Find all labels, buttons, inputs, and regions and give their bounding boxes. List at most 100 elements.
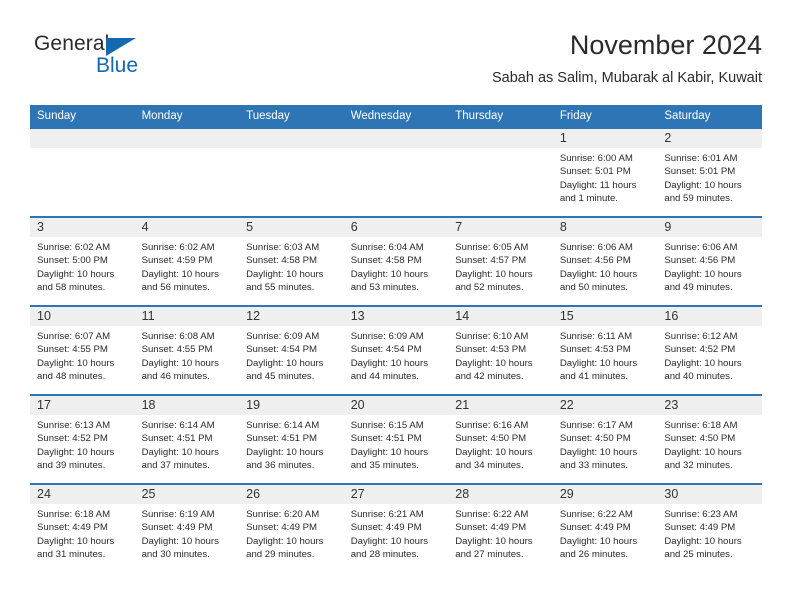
sunrise-text: Sunrise: 6:22 AM xyxy=(455,509,529,520)
sunset-text: Sunset: 4:55 PM xyxy=(141,344,213,356)
sunset-text: Sunset: 4:54 PM xyxy=(246,344,318,356)
calendar-day-cell[interactable]: 30 Sunrise: 6:23 AM Sunset: 4:49 PM Dayligh… xyxy=(657,483,762,572)
calendar-day-cell[interactable]: 19 Sunrise: 6:14 AM Sunset: 4:51 PM Dayligh… xyxy=(239,394,344,484)
day-sun-info: Sunrise: 6:01 AM Sunset: 5:01 PM Daylight:… xyxy=(657,148,762,206)
calendar-day-cell[interactable]: 4 Sunrise: 6:02 AM Sunset: 4:59 PM Daylight… xyxy=(134,216,240,306)
day-sun-info: Sunrise: 6:14 AM Sunset: 4:51 PM Daylight:… xyxy=(239,415,344,473)
day-number xyxy=(134,129,240,148)
day-sun-info: Sunrise: 6:00 AM Sunset: 5:01 PM Daylight:… xyxy=(553,148,658,206)
day-sun-info: Sunrise: 6:21 AM Sunset: 4:49 PM Daylight:… xyxy=(344,504,449,562)
sunrise-text: Sunrise: 6:03 AM xyxy=(246,242,320,253)
calendar-day-cell[interactable]: 29 Sunrise: 6:22 AM Sunset: 4:49 PM Dayligh… xyxy=(552,483,658,572)
calendar-day-cell[interactable]: 7 Sunrise: 6:05 AM Sunset: 4:57 PM Daylight… xyxy=(448,216,553,306)
day-cell-body: 11 Sunrise: 6:08 AM Sunset: 4:55 PM Dayligh… xyxy=(134,307,240,394)
day-number: 6 xyxy=(343,218,449,237)
calendar-day-cell[interactable]: 11 Sunrise: 6:08 AM Sunset: 4:55 PM Dayligh… xyxy=(134,305,240,395)
sunset-text: Sunset: 4:58 PM xyxy=(350,255,422,267)
calendar-day-cell[interactable]: 23 Sunrise: 6:18 AM Sunset: 4:50 PM Dayligh… xyxy=(657,394,762,484)
calendar-day-cell[interactable]: 27 Sunrise: 6:21 AM Sunset: 4:49 PM Dayligh… xyxy=(343,483,449,572)
calendar-day-cell[interactable]: 13 Sunrise: 6:09 AM Sunset: 4:54 PM Dayligh… xyxy=(343,305,449,395)
calendar-week-row: 1 Sunrise: 6:00 AM Sunset: 5:01 PM Daylight… xyxy=(30,127,762,217)
day-sun-info: Sunrise: 6:17 AM Sunset: 4:50 PM Daylight:… xyxy=(553,415,658,473)
day-sun-info: Sunrise: 6:10 AM Sunset: 4:53 PM Daylight:… xyxy=(448,326,553,384)
day-cell-body: 7 Sunrise: 6:05 AM Sunset: 4:57 PM Daylight… xyxy=(448,218,553,305)
calendar-day-cell[interactable]: 17 Sunrise: 6:13 AM Sunset: 4:52 PM Dayligh… xyxy=(30,394,135,484)
sunset-text: Sunset: 4:58 PM xyxy=(246,255,318,267)
sunrise-text: Sunrise: 6:02 AM xyxy=(37,242,111,253)
day-cell-body: 15 Sunrise: 6:11 AM Sunset: 4:53 PM Dayligh… xyxy=(552,307,658,394)
day-cell-body: 6 Sunrise: 6:04 AM Sunset: 4:58 PM Daylight… xyxy=(343,218,449,305)
day-sun-info: Sunrise: 6:15 AM Sunset: 4:51 PM Daylight:… xyxy=(344,415,449,473)
sunset-text: Sunset: 4:53 PM xyxy=(455,344,527,356)
sunrise-text: Sunrise: 6:14 AM xyxy=(246,420,320,431)
day-number: 13 xyxy=(343,307,449,326)
day-number: 14 xyxy=(448,307,553,326)
sunrise-text: Sunrise: 6:10 AM xyxy=(455,331,529,342)
sunrise-text: Sunrise: 6:11 AM xyxy=(559,331,633,342)
day-cell-body xyxy=(343,129,449,216)
calendar-day-cell[interactable]: 3 Sunrise: 6:02 AM Sunset: 5:00 PM Daylight… xyxy=(30,216,135,306)
calendar-empty-cell xyxy=(343,127,449,217)
weekday-header-friday: Friday xyxy=(552,105,658,128)
sunset-text: Sunset: 4:51 PM xyxy=(246,433,318,445)
calendar-day-cell[interactable]: 26 Sunrise: 6:20 AM Sunset: 4:49 PM Dayligh… xyxy=(239,483,344,572)
sunrise-text: Sunrise: 6:15 AM xyxy=(350,420,424,431)
day-cell-body: 20 Sunrise: 6:15 AM Sunset: 4:51 PM Dayligh… xyxy=(343,396,449,483)
daylight-text: Daylight: 10 hours and 37 minutes. xyxy=(141,446,219,472)
sunset-text: Sunset: 4:50 PM xyxy=(559,433,631,445)
day-number: 28 xyxy=(448,485,553,504)
calendar-day-cell[interactable]: 15 Sunrise: 6:11 AM Sunset: 4:53 PM Dayligh… xyxy=(552,305,658,395)
sunrise-text: Sunrise: 6:07 AM xyxy=(37,331,111,342)
calendar-day-cell[interactable]: 21 Sunrise: 6:16 AM Sunset: 4:50 PM Dayligh… xyxy=(448,394,553,484)
day-sun-info: Sunrise: 6:18 AM Sunset: 4:50 PM Daylight:… xyxy=(657,415,762,473)
daylight-text: Daylight: 10 hours and 28 minutes. xyxy=(350,535,429,561)
calendar-day-cell[interactable]: 2 Sunrise: 6:01 AM Sunset: 5:01 PM Daylight… xyxy=(657,127,762,217)
calendar-day-cell[interactable]: 12 Sunrise: 6:09 AM Sunset: 4:54 PM Dayligh… xyxy=(239,305,344,395)
calendar-empty-cell xyxy=(448,127,553,217)
sunrise-text: Sunrise: 6:06 AM xyxy=(664,242,738,253)
sunrise-text: Sunrise: 6:18 AM xyxy=(37,509,111,520)
day-cell-body: 22 Sunrise: 6:17 AM Sunset: 4:50 PM Dayligh… xyxy=(552,396,658,483)
calendar-day-cell[interactable]: 28 Sunrise: 6:22 AM Sunset: 4:49 PM Dayligh… xyxy=(448,483,553,572)
calendar-day-cell[interactable]: 9 Sunrise: 6:06 AM Sunset: 4:56 PM Daylight… xyxy=(657,216,762,306)
calendar-day-cell[interactable]: 16 Sunrise: 6:12 AM Sunset: 4:52 PM Dayligh… xyxy=(657,305,762,395)
sunset-text: Sunset: 5:00 PM xyxy=(37,255,108,267)
day-cell-body xyxy=(239,129,344,216)
day-sun-info: Sunrise: 6:06 AM Sunset: 4:56 PM Daylight:… xyxy=(553,237,658,295)
calendar-day-cell[interactable]: 1 Sunrise: 6:00 AM Sunset: 5:01 PM Daylight… xyxy=(552,127,658,217)
calendar-day-cell[interactable]: 22 Sunrise: 6:17 AM Sunset: 4:50 PM Dayligh… xyxy=(552,394,658,484)
calendar-day-cell[interactable]: 14 Sunrise: 6:10 AM Sunset: 4:53 PM Dayligh… xyxy=(448,305,553,395)
sunrise-text: Sunrise: 6:13 AM xyxy=(37,420,111,431)
day-number: 4 xyxy=(134,218,240,237)
calendar-day-cell[interactable]: 8 Sunrise: 6:06 AM Sunset: 4:56 PM Daylight… xyxy=(552,216,658,306)
calendar-day-cell[interactable]: 10 Sunrise: 6:07 AM Sunset: 4:55 PM Dayligh… xyxy=(30,305,135,395)
page-title: November 2024 xyxy=(569,30,762,60)
day-cell-body: 17 Sunrise: 6:13 AM Sunset: 4:52 PM Dayligh… xyxy=(30,396,135,483)
day-number: 20 xyxy=(343,396,449,415)
day-cell-body: 1 Sunrise: 6:00 AM Sunset: 5:01 PM Daylight… xyxy=(552,129,658,216)
calendar-day-cell[interactable]: 20 Sunrise: 6:15 AM Sunset: 4:51 PM Dayligh… xyxy=(343,394,449,484)
day-sun-info: Sunrise: 6:09 AM Sunset: 4:54 PM Daylight:… xyxy=(344,326,449,384)
sunrise-text: Sunrise: 6:08 AM xyxy=(141,331,215,342)
day-sun-info: Sunrise: 6:22 AM Sunset: 4:49 PM Daylight:… xyxy=(553,504,658,562)
sunset-text: Sunset: 4:49 PM xyxy=(455,522,527,534)
day-cell-body: 5 Sunrise: 6:03 AM Sunset: 4:58 PM Daylight… xyxy=(239,218,344,305)
sunrise-text: Sunrise: 6:12 AM xyxy=(664,331,738,342)
sunrise-text: Sunrise: 6:20 AM xyxy=(246,509,320,520)
day-cell-body: 30 Sunrise: 6:23 AM Sunset: 4:49 PM Dayligh… xyxy=(657,485,762,572)
day-number: 5 xyxy=(239,218,344,237)
day-number: 8 xyxy=(552,218,658,237)
sunset-text: Sunset: 4:57 PM xyxy=(455,255,527,267)
calendar-day-cell[interactable]: 6 Sunrise: 6:04 AM Sunset: 4:58 PM Daylight… xyxy=(343,216,449,306)
calendar-day-cell[interactable]: 5 Sunrise: 6:03 AM Sunset: 4:58 PM Daylight… xyxy=(239,216,344,306)
day-cell-body: 24 Sunrise: 6:18 AM Sunset: 4:49 PM Dayligh… xyxy=(30,485,135,572)
day-number xyxy=(448,129,553,148)
sunrise-text: Sunrise: 6:21 AM xyxy=(350,509,424,520)
day-cell-body: 23 Sunrise: 6:18 AM Sunset: 4:50 PM Dayligh… xyxy=(657,396,762,483)
calendar-page: General Blue November 2024 Sabah as Sali… xyxy=(0,0,792,612)
calendar-day-cell[interactable]: 24 Sunrise: 6:18 AM Sunset: 4:49 PM Dayligh… xyxy=(30,483,135,572)
calendar-day-cell[interactable]: 25 Sunrise: 6:19 AM Sunset: 4:49 PM Dayligh… xyxy=(134,483,240,572)
calendar-day-cell[interactable]: 18 Sunrise: 6:14 AM Sunset: 4:51 PM Dayligh… xyxy=(134,394,240,484)
sunset-text: Sunset: 5:01 PM xyxy=(664,166,736,178)
sunrise-text: Sunrise: 6:00 AM xyxy=(559,153,633,164)
